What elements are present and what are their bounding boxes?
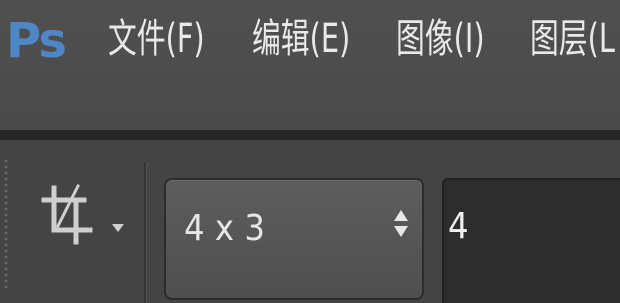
crop-width-value: 4 — [448, 206, 469, 247]
menu-bar: Ps 文件(F) 编辑(E) 图像(I) 图层(L — [0, 0, 620, 130]
select-updown-icon — [394, 210, 410, 250]
menu-file[interactable]: 文件(F) — [108, 6, 205, 72]
menu-edit[interactable]: 编辑(E) — [252, 6, 350, 72]
spin-up-icon — [394, 210, 408, 221]
menu-image[interactable]: 图像(I) — [396, 6, 485, 72]
tool-options-bar: 4 x 3 4 — [0, 140, 620, 303]
menu-layer[interactable]: 图层(L — [530, 6, 615, 72]
crop-tool-preset-button[interactable] — [36, 178, 98, 258]
crop-ratio-select[interactable]: 4 x 3 — [164, 178, 424, 300]
crop-icon — [41, 183, 93, 245]
app-logo: Ps — [6, 13, 67, 69]
crop-ratio-value: 4 x 3 — [184, 208, 265, 249]
photoshop-window: Ps 文件(F) 编辑(E) 图像(I) 图层(L 4 x 3 4 — [0, 0, 620, 303]
menu-divider — [0, 130, 620, 140]
options-separator — [144, 162, 146, 303]
options-bar-grip-handle[interactable] — [3, 158, 9, 288]
spin-down-icon — [394, 226, 408, 237]
crop-width-field[interactable] — [442, 178, 620, 303]
chevron-down-icon[interactable] — [112, 224, 124, 232]
